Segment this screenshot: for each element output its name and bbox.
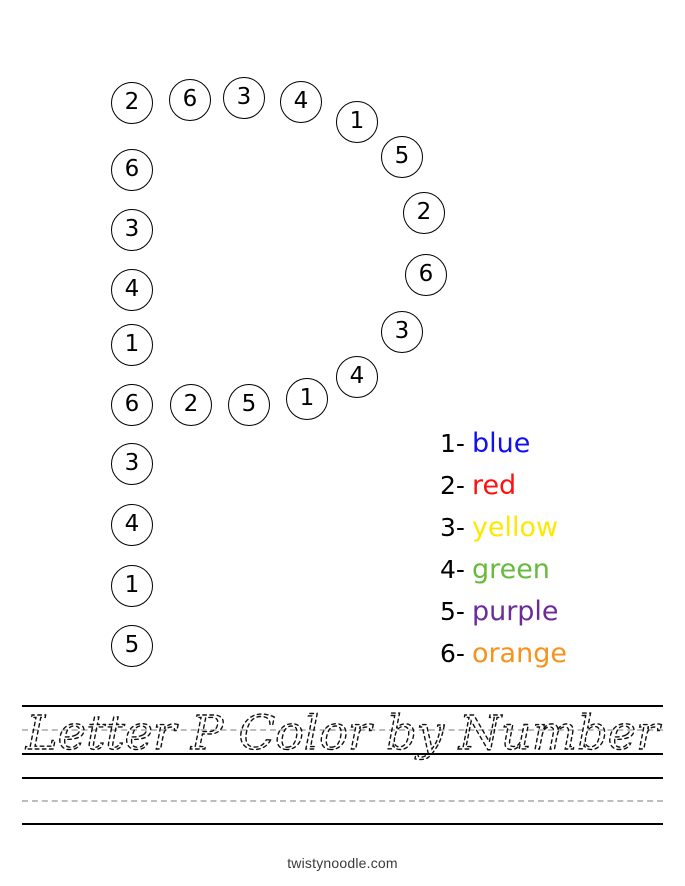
legend-row: 6- orange [440, 638, 650, 680]
letter-dot-circle[interactable]: 1 [336, 101, 378, 143]
legend-row: 1- blue [440, 428, 650, 470]
letter-dot-circle[interactable]: 4 [111, 269, 153, 311]
legend-number-label: 5- [440, 597, 465, 626]
letter-dot-number: 1 [299, 384, 315, 411]
letter-dot-number: 4 [293, 87, 309, 114]
letter-dot-circle[interactable]: 6 [169, 79, 211, 121]
legend-row: 2- red [440, 470, 650, 512]
legend-color-label: red [471, 470, 517, 501]
letter-dot-circle[interactable]: 1 [111, 565, 153, 607]
legend-row: 4- green [440, 554, 650, 596]
letter-dot-number: 2 [124, 88, 140, 115]
letter-dot-number: 5 [241, 390, 257, 417]
letter-dot-circle[interactable]: 3 [111, 209, 153, 251]
letter-dot-circle[interactable]: 2 [111, 82, 153, 124]
letter-dot-circle[interactable]: 6 [405, 254, 447, 296]
legend-color-label: orange [471, 638, 567, 669]
letter-dot-number: 4 [124, 275, 140, 302]
worksheet-page: 2634152634634162513415 1- blue 2- red 3- yell… [0, 0, 685, 886]
legend-color-label: purple [471, 596, 559, 627]
letter-dot-number: 5 [394, 142, 410, 169]
letter-dot-number: 4 [124, 510, 140, 537]
legend-number-label: 6- [440, 639, 465, 668]
letter-dot-circle[interactable]: 1 [111, 324, 153, 366]
letter-dot-number: 6 [418, 260, 434, 287]
letter-dot-circle[interactable]: 5 [111, 625, 153, 667]
legend-number-label: 3- [440, 513, 465, 542]
title-trace-svg: Letter P Color by Number [24, 705, 662, 761]
rule-line-solid [22, 777, 663, 779]
letter-dot-circle[interactable]: 2 [403, 192, 445, 234]
legend-number-label: 2- [440, 471, 465, 500]
letter-dot-number: 2 [416, 198, 432, 225]
letter-dot-number: 2 [183, 390, 199, 417]
legend-color-label: yellow [471, 512, 559, 543]
footer-site-label: twistynoodle.com [287, 855, 398, 871]
title-trace-label: Letter P Color by Number [25, 706, 662, 761]
letter-dot-circle[interactable]: 5 [228, 384, 270, 426]
color-number-legend: 1- blue 2- red 3- yellow 4- green 5- purple 6- oran… [440, 428, 650, 680]
letter-dot-circle[interactable]: 4 [336, 356, 378, 398]
letter-dot-circle[interactable]: 5 [381, 136, 423, 178]
letter-dot-number: 1 [349, 107, 365, 134]
legend-color-label: blue [471, 428, 531, 459]
traceable-title: Letter P Color by Number [22, 704, 663, 766]
letter-dot-circle[interactable]: 1 [286, 378, 328, 420]
letter-dot-number: 5 [124, 631, 140, 658]
letter-dot-circle[interactable]: 3 [111, 443, 153, 485]
letter-dot-number: 6 [124, 155, 140, 182]
letter-dot-number: 6 [124, 390, 140, 417]
letter-dot-number: 1 [124, 330, 140, 357]
legend-color-label: green [471, 554, 550, 585]
letter-dot-number: 3 [236, 83, 252, 110]
letter-dot-number: 3 [124, 449, 140, 476]
letter-dot-circle[interactable]: 3 [223, 77, 265, 119]
letter-dot-number: 4 [349, 362, 365, 389]
letter-dot-circle[interactable]: 2 [170, 384, 212, 426]
legend-row: 3- yellow [440, 512, 650, 554]
letter-dot-number: 6 [182, 85, 198, 112]
letter-dot-circle[interactable]: 6 [111, 149, 153, 191]
legend-row: 5- purple [440, 596, 650, 638]
letter-dot-number: 1 [124, 571, 140, 598]
letter-dot-circle[interactable]: 6 [111, 384, 153, 426]
footer: twistynoodle.com [0, 855, 685, 873]
letter-dot-circle[interactable]: 4 [111, 504, 153, 546]
letter-dot-number: 3 [394, 317, 410, 344]
legend-number-label: 1- [440, 429, 465, 458]
letter-dot-circle[interactable]: 3 [381, 311, 423, 353]
letter-dot-number: 3 [124, 215, 140, 242]
rule-line-dashed [22, 800, 663, 802]
letter-dot-circle[interactable]: 4 [280, 81, 322, 123]
legend-number-label: 4- [440, 555, 465, 584]
rule-line-solid [22, 823, 663, 825]
